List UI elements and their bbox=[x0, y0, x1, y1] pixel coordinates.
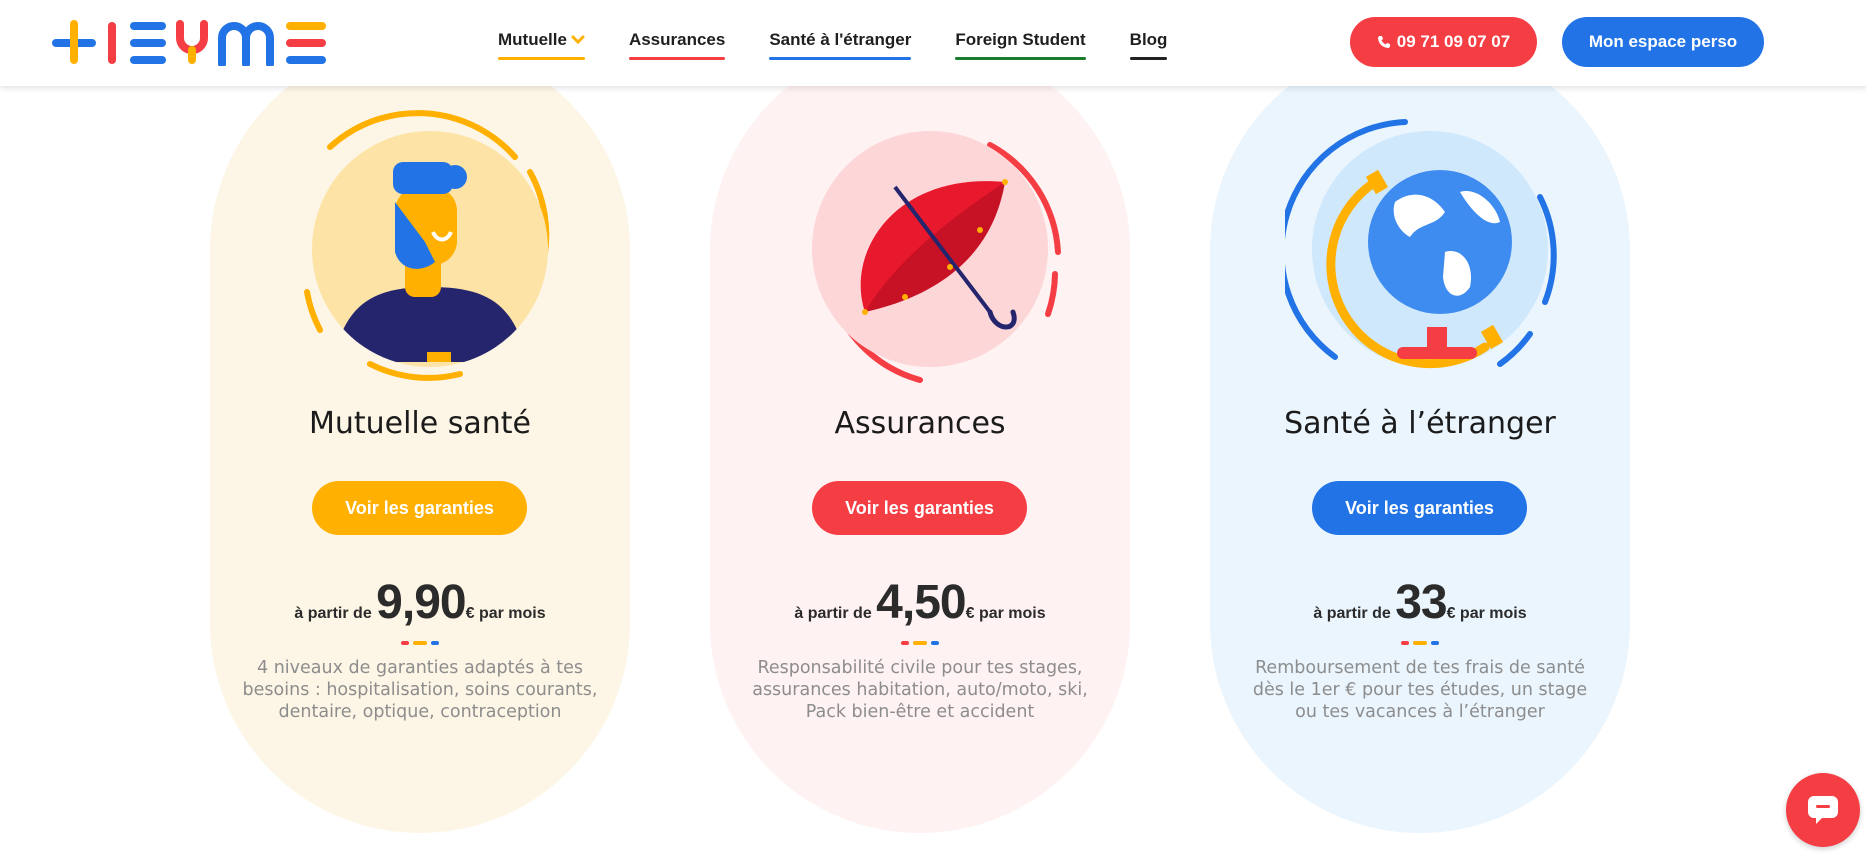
site-header: Mutuelle Assurances Santé à l'étranger F… bbox=[0, 0, 1867, 86]
price-suffix: € par mois bbox=[1446, 605, 1527, 622]
nav-item-label: Santé à l'étranger bbox=[769, 30, 912, 49]
price-value: 9,90 bbox=[376, 576, 466, 629]
color-dots-divider bbox=[901, 641, 939, 646]
price-line: à partir de 9,90€ par mois bbox=[210, 575, 630, 630]
nav-item-assurances[interactable]: Assurances bbox=[628, 30, 726, 60]
price-value: 33 bbox=[1395, 576, 1447, 629]
price-prefix: à partir de bbox=[794, 605, 872, 622]
card-assurances: Assurances Voir les garanties à partir d… bbox=[710, 40, 1130, 833]
nav-item-mutuelle[interactable]: Mutuelle bbox=[498, 30, 585, 60]
nav-item-sante-etranger[interactable]: Santé à l'étranger bbox=[769, 30, 912, 60]
cta-label: Voir les garanties bbox=[1345, 497, 1494, 518]
umbrella-icon bbox=[812, 131, 1061, 383]
price-prefix: à partir de bbox=[1313, 605, 1391, 622]
nav-underline bbox=[955, 57, 1086, 60]
nav-item-label: Blog bbox=[1129, 30, 1168, 49]
heyme-logo[interactable] bbox=[52, 20, 342, 66]
nav-underline bbox=[769, 57, 912, 60]
card-mutuelle: Mutuelle santé Voir les garanties à part… bbox=[210, 40, 630, 833]
account-button-label: Mon espace perso bbox=[1588, 32, 1738, 51]
main-nav: Mutuelle Assurances Santé à l'étranger F… bbox=[498, 0, 1211, 86]
chat-button[interactable] bbox=[1786, 773, 1860, 847]
price-line: à partir de 4,50€ par mois bbox=[710, 575, 1130, 630]
nav-item-foreign-student[interactable]: Foreign Student bbox=[955, 30, 1086, 60]
globe-icon bbox=[1285, 119, 1557, 369]
card-description: Remboursement de tes frais de santé dès … bbox=[1252, 658, 1588, 722]
cta-label: Voir les garanties bbox=[345, 497, 494, 518]
phone-button[interactable]: 09 71 09 07 07 bbox=[1350, 17, 1537, 67]
price-prefix: à partir de bbox=[294, 605, 372, 622]
price-suffix: € par mois bbox=[965, 605, 1046, 622]
card-description: 4 niveaux de garanties adaptés à tes bes… bbox=[242, 658, 598, 722]
chat-bubble-icon bbox=[1808, 796, 1838, 824]
nav-underline bbox=[628, 57, 726, 60]
color-dots-divider bbox=[1401, 641, 1439, 646]
card-title: Mutuelle santé bbox=[308, 406, 532, 441]
nav-underline bbox=[498, 57, 585, 60]
price-line: à partir de 33€ par mois bbox=[1210, 575, 1630, 630]
voir-garanties-button[interactable]: Voir les garanties bbox=[812, 481, 1027, 535]
nav-item-label: Mutuelle bbox=[498, 30, 567, 49]
price-suffix: € par mois bbox=[465, 605, 546, 622]
nav-underline bbox=[1129, 57, 1168, 60]
phone-number: 09 71 09 07 07 bbox=[1396, 32, 1511, 51]
card-title: Assurances bbox=[834, 406, 1006, 441]
color-dots-divider bbox=[401, 641, 439, 646]
price-value: 4,50 bbox=[876, 576, 966, 629]
voir-garanties-button[interactable]: Voir les garanties bbox=[1312, 481, 1527, 535]
nav-item-label: Assurances bbox=[628, 30, 726, 49]
account-button[interactable]: Mon espace perso bbox=[1562, 17, 1764, 67]
voir-garanties-button[interactable]: Voir les garanties bbox=[312, 481, 527, 535]
chevron-down-icon bbox=[571, 35, 585, 45]
card-sante-etranger: Santé à l’étranger Voir les garanties à … bbox=[1210, 40, 1630, 833]
cta-label: Voir les garanties bbox=[845, 497, 994, 518]
card-description: Responsabilité civile pour tes stages, a… bbox=[752, 658, 1088, 722]
nav-item-blog[interactable]: Blog bbox=[1129, 30, 1168, 60]
bearded-man-icon bbox=[304, 110, 550, 381]
card-title: Santé à l’étranger bbox=[1284, 406, 1556, 441]
nav-item-label: Foreign Student bbox=[955, 30, 1086, 49]
phone-icon bbox=[1377, 36, 1390, 48]
